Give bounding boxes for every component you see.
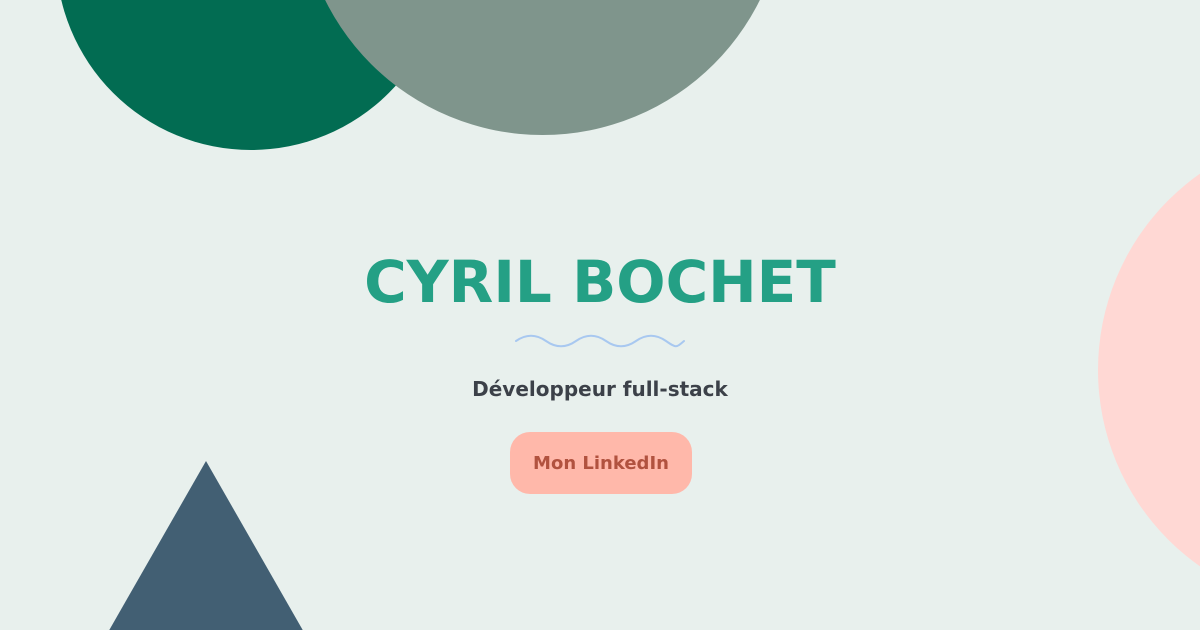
landing-page: CYRIL BOCHET Développeur full-stack Mon …	[0, 0, 1200, 630]
subtitle: Développeur full-stack	[472, 377, 728, 401]
decorative-slate-triangle	[103, 461, 309, 630]
wave-divider-icon	[514, 330, 686, 352]
linkedin-button[interactable]: Mon LinkedIn	[510, 432, 692, 494]
page-title: CYRIL BOCHET	[364, 248, 836, 316]
decorative-pink-circle	[1098, 130, 1200, 610]
hero-section: CYRIL BOCHET	[0, 248, 1200, 316]
